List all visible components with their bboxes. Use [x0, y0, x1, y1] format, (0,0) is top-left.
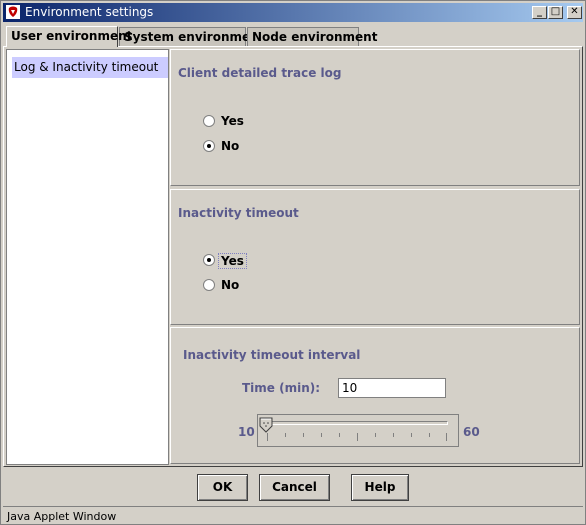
inactivity-no-radio[interactable]	[203, 279, 215, 291]
close-button[interactable]: ✕	[567, 6, 582, 19]
ok-button[interactable]: OK	[197, 474, 248, 501]
trace-log-no-radio[interactable]	[203, 140, 215, 152]
trace-log-section: Client detailed trace log Yes No	[170, 49, 580, 186]
slider-ticks	[267, 433, 447, 441]
minimize-button[interactable]: _	[532, 6, 547, 19]
settings-tree: Log & Inactivity timeout	[6, 49, 169, 465]
timeout-slider[interactable]	[257, 414, 459, 447]
java-app-icon	[6, 5, 20, 19]
inactivity-yes-label: Yes	[218, 253, 247, 269]
tab-node-environment[interactable]: Node environment	[247, 27, 377, 46]
trace-log-yes-radio[interactable]	[203, 115, 215, 127]
trace-log-no-label: No	[221, 139, 240, 153]
time-label: Time (min):	[242, 381, 321, 395]
interval-title: Inactivity timeout interval	[183, 348, 361, 362]
inactivity-no-label: No	[221, 278, 240, 292]
tab-system-environment[interactable]: System environment	[119, 27, 264, 46]
tab-user-environment[interactable]: User environment	[6, 26, 132, 47]
inactivity-section: Inactivity timeout Yes No	[170, 189, 580, 325]
help-button[interactable]: Help	[351, 474, 409, 501]
environment-settings-window: Environment settings _ □ ✕ User environm…	[0, 0, 586, 525]
title-bar[interactable]: Environment settings _ □ ✕	[3, 3, 583, 22]
inactivity-yes-radio[interactable]	[203, 254, 215, 266]
slider-thumb[interactable]	[259, 417, 273, 433]
slider-track	[262, 421, 448, 425]
inactivity-title: Inactivity timeout	[178, 206, 299, 220]
maximize-button[interactable]: □	[548, 6, 563, 19]
time-input[interactable]	[338, 378, 446, 398]
slider-max-label: 60	[463, 425, 480, 439]
slider-min-label: 10	[238, 425, 255, 439]
trace-log-title: Client detailed trace log	[178, 66, 342, 80]
window-title: Environment settings	[25, 5, 154, 19]
tree-item-log-inactivity[interactable]: Log & Inactivity timeout	[12, 57, 168, 78]
trace-log-yes-label: Yes	[221, 114, 244, 128]
interval-section: Inactivity timeout interval Time (min): …	[170, 327, 580, 464]
status-bar: Java Applet Window	[3, 506, 583, 524]
cancel-button[interactable]: Cancel	[259, 474, 330, 501]
